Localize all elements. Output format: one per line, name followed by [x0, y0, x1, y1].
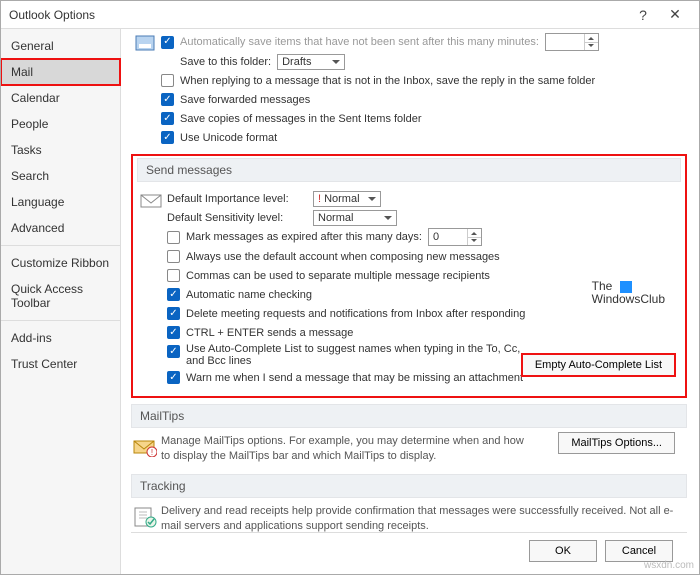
mailtips-options-button[interactable]: MailTips Options... [558, 432, 675, 454]
sidebar-item-mail[interactable]: Mail [1, 59, 120, 85]
commas-separate-label: Commas can be used to separate multiple … [186, 270, 490, 282]
sidebar-item-trust-center[interactable]: Trust Center [1, 351, 120, 377]
titlebar: Outlook Options ? ✕ [1, 1, 699, 29]
mailtips-group: ! Manage MailTips options. For example, … [131, 428, 687, 468]
mailtips-header: MailTips [131, 404, 687, 428]
save-to-folder-select[interactable]: Drafts [277, 54, 345, 70]
reply-same-folder-label: When replying to a message that is not i… [180, 75, 595, 87]
autosave-minutes-spinner[interactable] [545, 33, 599, 51]
url-watermark: wsxdn.com [644, 560, 694, 571]
send-messages-header: Send messages [137, 158, 681, 182]
main-pane: Automatically save items that have not b… [121, 29, 699, 574]
delete-meeting-label: Delete meeting requests and notification… [186, 308, 525, 320]
windowsclub-watermark: The WindowsClub [592, 280, 665, 306]
sensitivity-label: Default Sensitivity level: [167, 212, 307, 224]
autosave-label: Automatically save items that have not b… [180, 36, 539, 48]
warn-attachment-checkbox[interactable] [167, 371, 180, 384]
tracking-desc: Delivery and read receipts help provide … [161, 504, 687, 532]
sidebar-item-people[interactable]: People [1, 111, 120, 137]
category-sidebar: General Mail Calendar People Tasks Searc… [1, 29, 121, 574]
svg-text:!: ! [151, 448, 153, 457]
empty-autocomplete-button[interactable]: Empty Auto-Complete List [522, 354, 675, 376]
sidebar-item-search[interactable]: Search [1, 163, 120, 189]
always-default-account-checkbox[interactable] [167, 250, 180, 263]
ok-button[interactable]: OK [529, 540, 597, 562]
tracking-header: Tracking [131, 474, 687, 498]
save-forwarded-label: Save forwarded messages [180, 94, 310, 106]
mailtips-desc: Manage MailTips options. For example, yo… [161, 434, 531, 464]
autocomplete-label: Use Auto-Complete List to suggest names … [186, 343, 526, 367]
close-button[interactable]: ✕ [659, 5, 691, 25]
sidebar-item-language[interactable]: Language [1, 189, 120, 215]
send-icon [137, 190, 165, 212]
square-icon [620, 281, 632, 293]
auto-name-check-checkbox[interactable] [167, 288, 180, 301]
reply-same-folder-checkbox[interactable] [161, 74, 174, 87]
save-to-folder-label: Save to this folder: [180, 56, 271, 68]
save-forwarded-checkbox[interactable] [161, 93, 174, 106]
mark-expired-label: Mark messages as expired after this many… [186, 231, 422, 243]
save-copies-checkbox[interactable] [161, 112, 174, 125]
window-title: Outlook Options [9, 8, 627, 22]
sidebar-item-advanced[interactable]: Advanced [1, 215, 120, 241]
send-messages-section: Send messages Default Importance level: … [131, 154, 687, 398]
importance-label: Default Importance level: [167, 193, 307, 205]
sidebar-item-calendar[interactable]: Calendar [1, 85, 120, 111]
help-button[interactable]: ? [627, 5, 659, 25]
ctrl-enter-label: CTRL + ENTER sends a message [186, 327, 353, 339]
sidebar-item-addins[interactable]: Add-ins [1, 325, 120, 351]
sidebar-item-quick-access-toolbar[interactable]: Quick Access Toolbar [1, 276, 120, 316]
use-unicode-checkbox[interactable] [161, 131, 174, 144]
cancel-button[interactable]: Cancel [605, 540, 673, 562]
mark-expired-days-spinner[interactable]: 0 [428, 228, 482, 246]
commas-separate-checkbox[interactable] [167, 269, 180, 282]
sidebar-item-customize-ribbon[interactable]: Customize Ribbon [1, 250, 120, 276]
importance-select[interactable]: !Normal [313, 191, 381, 207]
warn-attachment-label: Warn me when I send a message that may b… [186, 372, 523, 384]
sensitivity-select[interactable]: Normal [313, 210, 397, 226]
mark-expired-checkbox[interactable] [167, 231, 180, 244]
sidebar-item-tasks[interactable]: Tasks [1, 137, 120, 163]
dialog-footer: OK Cancel [131, 532, 687, 568]
autocomplete-checkbox[interactable] [167, 345, 180, 358]
ctrl-enter-checkbox[interactable] [167, 326, 180, 339]
save-copies-label: Save copies of messages in the Sent Item… [180, 113, 422, 125]
always-default-account-label: Always use the default account when comp… [186, 251, 500, 263]
save-icon [131, 33, 159, 55]
outlook-options-window: Outlook Options ? ✕ General Mail Calenda… [0, 0, 700, 575]
delete-meeting-checkbox[interactable] [167, 307, 180, 320]
mailtips-icon: ! [131, 436, 159, 458]
tracking-icon [131, 506, 159, 528]
autosave-checkbox[interactable] [161, 36, 174, 49]
save-messages-group: Automatically save items that have not b… [131, 31, 687, 148]
auto-name-check-label: Automatic name checking [186, 289, 312, 301]
sidebar-item-general[interactable]: General [1, 33, 120, 59]
tracking-group: Delivery and read receipts help provide … [131, 498, 687, 532]
use-unicode-label: Use Unicode format [180, 132, 277, 144]
